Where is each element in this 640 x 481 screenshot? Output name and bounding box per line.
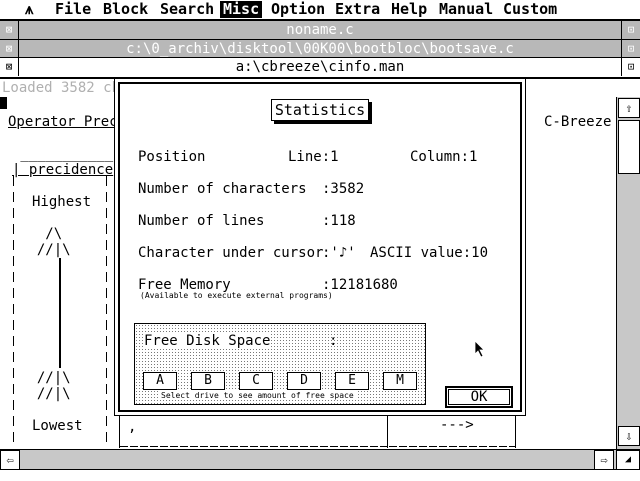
box-top: ___________ [12, 146, 114, 162]
lines-value: :118 [322, 213, 356, 229]
table-bottom-line [120, 446, 387, 447]
box-label: | precidence [12, 162, 114, 178]
close-icon[interactable]: ⊠ [0, 58, 19, 76]
menu-help[interactable]: Help [388, 1, 430, 18]
arrow-up-top: /\ [20, 226, 63, 242]
close-icon[interactable]: ⊠ [0, 21, 19, 39]
cursor-char-label: Character under cursor [138, 245, 324, 261]
fullscreen-icon[interactable]: ⊡ [621, 21, 640, 39]
scroll-up-icon[interactable]: ⇧ [618, 98, 640, 118]
table-cell-arrow: ---> [440, 417, 474, 433]
statistics-dialog: Statistics Position Line:1 Column:1 Numb… [114, 78, 526, 416]
memory-value: :12181680 [322, 277, 398, 293]
window-bootsave-titlebar[interactable]: ⊠ c:\0_archiv\disktool\00K00\bootbloc\bo… [0, 39, 640, 59]
fullscreen-icon[interactable]: ⊡ [621, 58, 640, 76]
drive-a-button[interactable]: A [143, 372, 177, 390]
menu-misc[interactable]: Misc [220, 1, 263, 18]
table-border [515, 416, 516, 448]
line-value: Line:1 [288, 149, 339, 165]
drive-m-button[interactable]: M [383, 372, 417, 390]
disk-space-panel: Free Disk Space : A B C D E M Select dri… [134, 323, 426, 405]
window-title: c:\0_archiv\disktool\00K00\bootbloc\boot… [126, 41, 514, 57]
chars-value: :3582 [322, 181, 365, 197]
scroll-left-icon[interactable]: ⇦ [0, 450, 20, 470]
horizontal-scrollbar[interactable]: ⇦ ⇨ ◢ [0, 449, 640, 470]
heading-left: Operator Prec [8, 114, 118, 130]
resize-icon[interactable]: ◢ [616, 450, 640, 470]
scroll-right-icon[interactable]: ⇨ [594, 450, 614, 470]
scroll-down-icon[interactable]: ⇩ [618, 426, 640, 446]
table-cell-comma: , [128, 419, 137, 435]
dialog-frame: Statistics Position Line:1 Column:1 Numb… [118, 82, 522, 412]
fullscreen-icon[interactable]: ⊡ [621, 40, 640, 58]
heading-right: C-Breeze [544, 114, 612, 130]
arrow-shaft [59, 258, 61, 368]
menu-manual[interactable]: Manual [436, 1, 496, 18]
menu-file[interactable]: File [52, 1, 94, 18]
ascii-value: ASCII value:10 [370, 245, 489, 261]
mouse-pointer-icon [474, 340, 485, 358]
lines-label: Number of lines [138, 213, 265, 229]
disk-label: Free Disk Space [143, 333, 272, 349]
drive-d-button[interactable]: D [287, 372, 321, 390]
menu-custom[interactable]: Custom [500, 1, 560, 18]
arrow-up-shaft: //|\ [20, 242, 71, 258]
disk-value: : [329, 333, 338, 349]
disk-note: Select drive to see amount of free space [159, 391, 356, 400]
menu-block[interactable]: Block [100, 1, 151, 18]
close-icon[interactable]: ⊠ [0, 40, 19, 58]
dialog-title: Statistics [271, 99, 369, 121]
menu-option[interactable]: Option [268, 1, 328, 18]
status-line: Loaded 3582 ch [2, 80, 121, 96]
window-title: noname.c [286, 22, 354, 38]
ok-button[interactable]: OK [445, 386, 513, 408]
chars-label: Number of characters [138, 181, 307, 197]
atari-menu[interactable]: ⩚ [22, 1, 36, 18]
arrow-down-1: //|\ [20, 370, 71, 386]
drive-c-button[interactable]: C [239, 372, 273, 390]
lowest-label: Lowest [32, 418, 83, 434]
drive-b-button[interactable]: B [191, 372, 225, 390]
table-border [387, 416, 388, 448]
box-right-border [106, 176, 107, 448]
cursor-char-value: :'♪' [322, 245, 356, 261]
menu-search[interactable]: Search [157, 1, 217, 18]
bottom-edge [0, 469, 640, 481]
table-bottom-line [389, 446, 515, 447]
highest-label: Highest [32, 194, 92, 210]
memory-note: (Available to execute external programs) [140, 291, 333, 300]
drive-e-button[interactable]: E [335, 372, 369, 390]
scroll-thumb[interactable] [618, 120, 640, 174]
box-left-border [13, 176, 14, 448]
column-value: Column:1 [410, 149, 478, 165]
vertical-scrollbar[interactable]: ⇧ ⇩ [616, 97, 640, 449]
menu-bar: ⩚ File Block Search Misc Option Extra He… [0, 0, 640, 20]
position-label: Position [138, 149, 206, 165]
window-cinfo-titlebar[interactable]: ⊠ a:\cbreeze\cinfo.man ⊡ [0, 57, 640, 79]
table-border [119, 416, 120, 448]
arrow-down-2: //|\ [20, 386, 71, 402]
menu-extra[interactable]: Extra [332, 1, 383, 18]
window-noname-titlebar[interactable]: ⊠ noname.c ⊡ [0, 20, 640, 40]
text-cursor [0, 97, 7, 109]
window-title: a:\cbreeze\cinfo.man [20, 58, 620, 76]
